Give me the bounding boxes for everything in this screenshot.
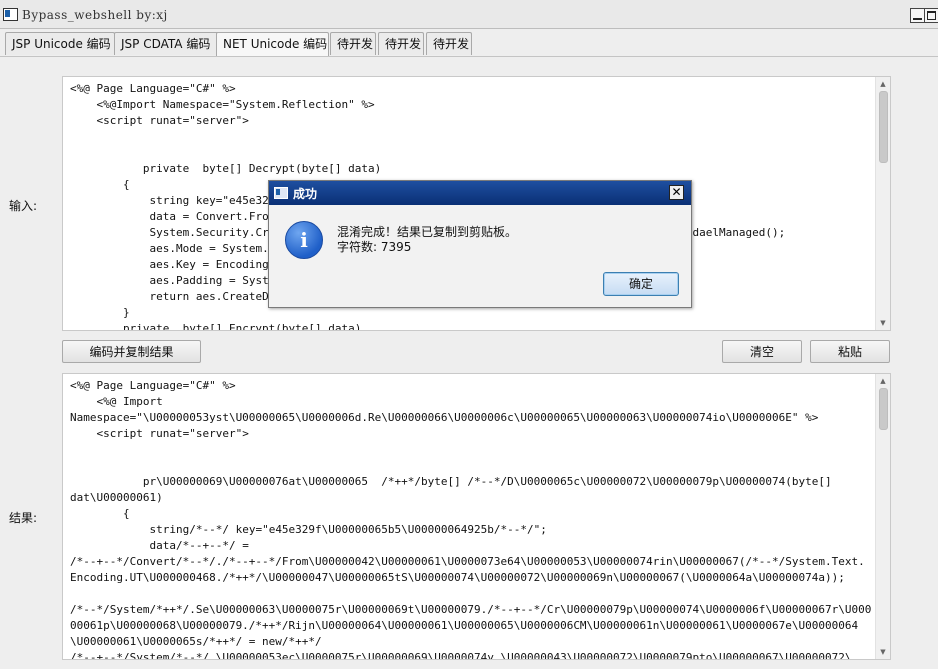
tab-net-unicode[interactable]: NET Unicode 编码: [216, 32, 329, 56]
tab-todo-1[interactable]: 待开发: [330, 32, 376, 55]
dialog-title: 成功: [293, 187, 318, 201]
scroll-down-arrow-icon[interactable]: ▼: [876, 646, 890, 658]
dialog-title-bar: 成功 ✕: [269, 181, 691, 205]
scroll-up-arrow-icon[interactable]: ▲: [876, 78, 890, 90]
app-window-icon: [3, 8, 18, 21]
tab-todo-3[interactable]: 待开发: [426, 32, 472, 55]
success-dialog: 成功 ✕ i 混淆完成！结果已复制到剪贴板。 字符数: 7395 确定: [268, 180, 692, 308]
encode-copy-button[interactable]: 编码并复制结果: [62, 340, 201, 363]
input-scroll-thumb[interactable]: [879, 91, 888, 163]
input-label: 输入:: [9, 199, 38, 213]
tab-todo-2[interactable]: 待开发: [378, 32, 424, 55]
result-text: <%@ Page Language="C#" %> <%@ Import Nam…: [70, 379, 872, 660]
tab-jsp-cdata[interactable]: JSP CDATA 编码: [114, 32, 222, 55]
dialog-char-count: 字符数: 7395: [337, 240, 412, 254]
result-label: 结果:: [9, 511, 38, 525]
result-scrollbar[interactable]: ▲ ▼: [875, 374, 890, 659]
ok-button[interactable]: 确定: [603, 272, 679, 296]
input-scrollbar[interactable]: ▲ ▼: [875, 77, 890, 330]
close-icon[interactable]: ✕: [669, 185, 684, 200]
result-textarea[interactable]: <%@ Page Language="C#" %> <%@ Import Nam…: [62, 373, 891, 660]
dialog-window-icon: [274, 187, 288, 199]
result-scroll-thumb[interactable]: [879, 388, 888, 430]
maximize-button[interactable]: [924, 8, 938, 23]
tab-jsp-unicode[interactable]: JSP Unicode 编码: [5, 32, 115, 55]
paste-button[interactable]: 粘贴: [810, 340, 890, 363]
scroll-down-arrow-icon[interactable]: ▼: [876, 317, 890, 329]
clear-button[interactable]: 清空: [722, 340, 802, 363]
window-title: Bypass_webshell by:xj: [22, 8, 168, 22]
minimize-button[interactable]: [910, 8, 925, 23]
scroll-up-arrow-icon[interactable]: ▲: [876, 375, 890, 387]
title-bar: Bypass_webshell by:xj: [0, 0, 938, 29]
info-icon: i: [285, 221, 323, 259]
tab-panel: 输入: <%@ Page Language="C#" %> <%@Import …: [0, 56, 938, 669]
